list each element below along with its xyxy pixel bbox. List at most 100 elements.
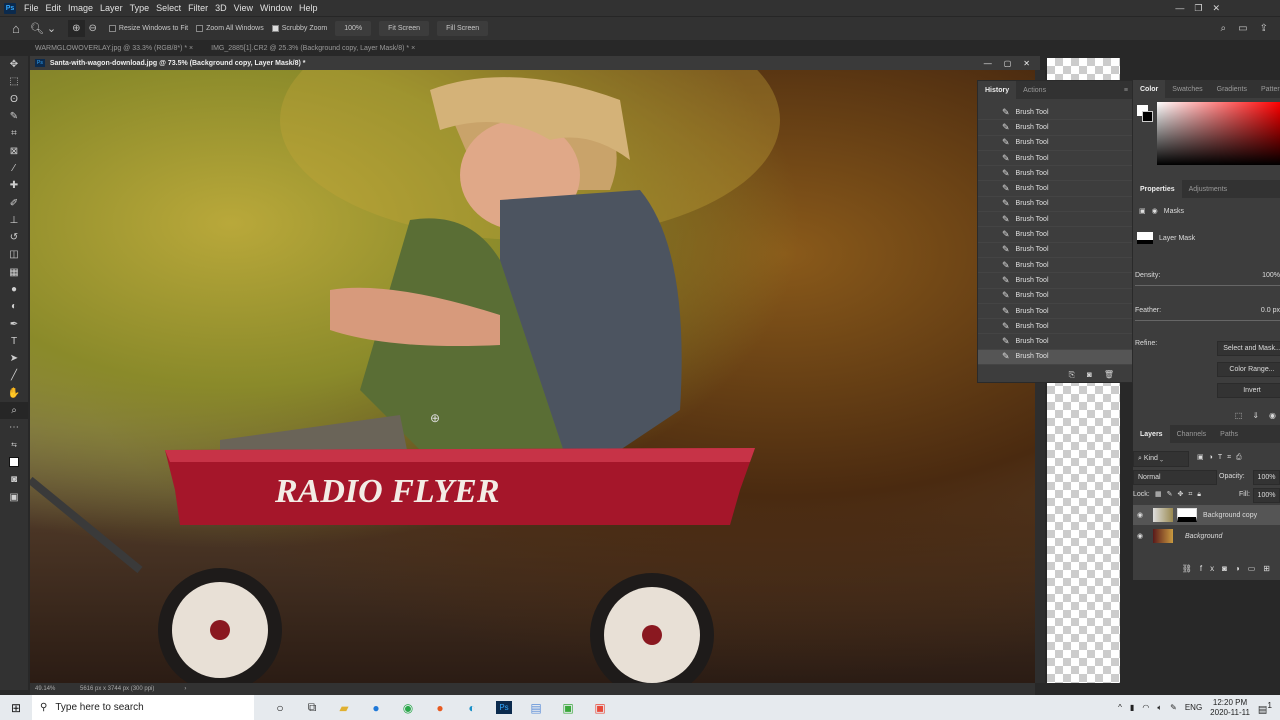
resize-windows-checkbox[interactable]	[108, 25, 116, 32]
visibility-icon[interactable]: ◉	[1269, 411, 1276, 420]
task-view-icon[interactable]: ⧉	[296, 695, 328, 720]
history-item[interactable]: ✎ Brush Tool	[978, 166, 1132, 182]
workspace-icon[interactable]: ▭	[1238, 23, 1247, 34]
mask-icon[interactable]: ◉	[1152, 207, 1158, 215]
select-and-mask-button[interactable]: Select and Mask...	[1217, 341, 1280, 356]
zoom-in-icon[interactable]: ⊕	[68, 20, 85, 37]
tab-img-2885[interactable]: IMG_2885[1].CR2 @ 25.3% (Background copy…	[206, 45, 420, 52]
edge-icon[interactable]: ◐	[456, 695, 488, 720]
screen-mode-icon[interactable]: ▣	[0, 488, 28, 505]
path-select-tool-icon[interactable]: ➤	[0, 350, 28, 367]
camtasia-red-icon[interactable]: ▣	[584, 695, 616, 720]
load-selection-icon[interactable]: ⬚	[1235, 411, 1243, 420]
app-blue-icon[interactable]: ●	[360, 695, 392, 720]
firefox-icon[interactable]: ●	[424, 695, 456, 720]
menu-edit[interactable]: Edit	[46, 3, 62, 13]
history-item[interactable]: ✎ Brush Tool	[978, 243, 1132, 258]
frame-tool-icon[interactable]: ⊠	[0, 142, 28, 159]
history-item[interactable]: ✎ Brush Tool	[978, 120, 1132, 136]
history-item[interactable]: ✎ Brush Tool	[978, 319, 1132, 335]
pen-icon[interactable]: ✎	[1170, 703, 1177, 712]
search-icon[interactable]: ⌕	[1221, 23, 1227, 34]
zoom-tool-preset-icon[interactable]: 🔍︎ ⌄	[30, 22, 56, 35]
history-item[interactable]: ✎ Brush Tool	[978, 136, 1132, 151]
type-tool-icon[interactable]: T	[0, 333, 28, 350]
maximize-icon[interactable]: ❐	[1194, 3, 1202, 14]
close-icon[interactable]: ✕	[1212, 3, 1220, 14]
windows-start-icon[interactable]: ⊞	[0, 695, 32, 720]
menu-layer[interactable]: Layer	[100, 3, 123, 13]
history-item[interactable]: ✎ Brush Tool	[978, 349, 1132, 366]
history-item[interactable]: ✎ Brush Tool	[978, 151, 1132, 167]
apply-mask-icon[interactable]: ⇓	[1252, 411, 1259, 420]
density-value[interactable]: 100%	[1262, 272, 1280, 279]
volume-icon[interactable]: 🔈︎	[1157, 703, 1162, 713]
doc-minimize-icon[interactable]: —	[984, 59, 992, 68]
camtasia-green-icon[interactable]: ▣	[552, 695, 584, 720]
history-item[interactable]: ✎ Brush Tool	[978, 212, 1132, 228]
fill-field[interactable]: 100%	[1253, 488, 1280, 503]
document-title-bar[interactable]: Ps Santa-with-wagon-download.jpg @ 73.5%…	[30, 56, 1040, 70]
eye-icon[interactable]: ◉	[1133, 511, 1147, 519]
brush-tool-icon[interactable]: ✐	[0, 194, 28, 211]
layer-row[interactable]: ◉ Background copy	[1133, 505, 1280, 525]
fill-screen-button[interactable]: Fill Screen	[437, 21, 489, 36]
file-explorer-icon[interactable]: ▰	[328, 695, 360, 720]
history-item[interactable]: ✎ Brush Tool	[978, 197, 1132, 213]
zoom-out-icon[interactable]: ⊖	[85, 20, 101, 37]
zoom-level[interactable]: 49.14%	[35, 686, 80, 692]
crop-tool-icon[interactable]: ⌗	[0, 125, 28, 142]
tab-swatches[interactable]: Swatches	[1165, 80, 1209, 98]
menu-window[interactable]: Window	[260, 3, 292, 13]
minimize-icon[interactable]: —	[1175, 3, 1184, 14]
eraser-tool-icon[interactable]: ◫	[0, 246, 28, 263]
history-brush-tool-icon[interactable]: ↺	[0, 229, 28, 246]
opacity-field[interactable]: 100%	[1253, 470, 1280, 485]
taskbar-search[interactable]: ⚲ Type here to search	[32, 695, 254, 720]
new-document-from-state-icon[interactable]: ⎘	[1069, 370, 1075, 380]
invert-button[interactable]: Invert	[1217, 383, 1280, 398]
history-item[interactable]: ✎ Brush Tool	[978, 304, 1132, 320]
delete-icon[interactable]: 🗑︎	[1104, 370, 1114, 380]
share-icon[interactable]: ⇪	[1260, 23, 1268, 34]
blend-mode-select[interactable]: Normal	[1133, 470, 1217, 485]
tray-expand-icon[interactable]: ^	[1118, 703, 1122, 712]
background-swatch[interactable]	[1142, 111, 1153, 122]
more-tools-icon[interactable]: ⋯	[0, 419, 28, 436]
notifications-icon[interactable]: ▤1	[1258, 700, 1272, 715]
menu-image[interactable]: Image	[68, 3, 93, 13]
document-app-icon[interactable]: ▤	[520, 695, 552, 720]
zoom-all-checkbox[interactable]	[196, 25, 204, 32]
tab-color[interactable]: Color	[1133, 80, 1166, 98]
menu-help[interactable]: Help	[299, 3, 318, 13]
language-indicator[interactable]: ENG	[1185, 703, 1202, 712]
lock-icons[interactable]: ▦✎✥⌗🔒︎	[1155, 490, 1206, 499]
color-range-button[interactable]: Color Range...	[1217, 362, 1280, 377]
home-icon[interactable]: ⌂	[12, 21, 20, 36]
tab-paths[interactable]: Paths	[1213, 425, 1245, 443]
line-tool-icon[interactable]: ╱	[0, 367, 28, 384]
clone-stamp-tool-icon[interactable]: ⊥	[0, 212, 28, 229]
layer-row[interactable]: ◉ Background	[1133, 526, 1280, 546]
tab-close-icon[interactable]: ×	[189, 45, 193, 52]
cortana-icon[interactable]: ○	[264, 695, 296, 720]
zoom-tool-icon[interactable]: ⌕	[0, 401, 28, 420]
quick-select-tool-icon[interactable]: ✎	[0, 108, 28, 125]
fit-screen-button[interactable]: Fit Screen	[379, 21, 430, 36]
layer-mask-thumbnail[interactable]	[1177, 508, 1197, 522]
feather-value[interactable]: 0.0 px	[1261, 307, 1280, 314]
photoshop-taskbar-icon[interactable]: Ps	[488, 695, 520, 720]
doc-close-icon[interactable]: ✕	[1023, 59, 1030, 68]
snapshot-icon[interactable]: ◙	[1087, 370, 1092, 380]
doc-maximize-icon[interactable]: ▢	[1004, 59, 1012, 68]
tab-actions[interactable]: Actions	[1016, 81, 1053, 99]
eye-icon[interactable]: ◉	[1133, 532, 1147, 540]
layer-filter-icons[interactable]: ▣◑T⌗⎙	[1197, 453, 1247, 462]
status-arrow-icon[interactable]: ›	[184, 686, 186, 692]
menu-filter[interactable]: Filter	[188, 3, 208, 13]
gradient-tool-icon[interactable]: ▦	[0, 264, 28, 281]
history-item[interactable]: ✎ Brush Tool	[978, 334, 1132, 350]
tab-layers[interactable]: Layers	[1133, 425, 1170, 443]
wifi-icon[interactable]: ◠	[1142, 703, 1149, 712]
dodge-tool-icon[interactable]: ◐	[0, 298, 28, 315]
